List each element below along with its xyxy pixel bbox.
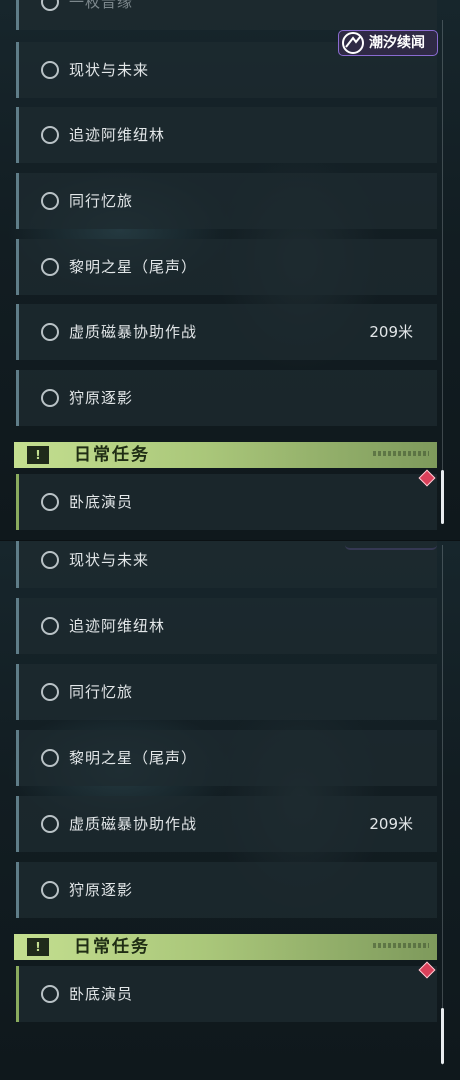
quest-label: 虚质磁暴协助作战 xyxy=(69,323,198,341)
quest-panel-bottom: 现状与未来 追迹阿维纽林 同行忆旅 黎明之星（尾声） 虚质磁暴协助作战 209米… xyxy=(0,541,460,1080)
scrollbar-thumb[interactable] xyxy=(441,1008,444,1064)
quest-label: 狩原逐影 xyxy=(69,881,134,899)
quest-item[interactable]: 同行忆旅 xyxy=(16,664,437,720)
header-decoration xyxy=(373,451,429,456)
quest-status-ring-icon xyxy=(41,258,59,276)
quest-panel-top: 一枚音缘 现状与未来 追迹阿维纽林 同行忆旅 黎明之星（尾声） 虚质磁暴协助作战… xyxy=(0,0,460,540)
quest-item-partial[interactable]: 一枚音缘 xyxy=(16,0,437,30)
scrollbar-thumb[interactable] xyxy=(441,470,444,524)
quest-label: 狩原逐影 xyxy=(69,389,134,407)
quest-item[interactable]: 同行忆旅 xyxy=(16,173,437,229)
quest-item-daily[interactable]: 卧底演员 xyxy=(16,474,437,530)
quest-status-ring-icon xyxy=(41,192,59,210)
quest-item[interactable]: 追迹阿维纽林 xyxy=(16,598,437,654)
quest-label: 黎明之星（尾声） xyxy=(69,749,198,767)
daily-section-header[interactable]: ! 日常任务 xyxy=(14,442,437,468)
quest-label: 现状与未来 xyxy=(69,551,150,569)
brand-label: 潮汐续闻 xyxy=(369,35,425,51)
quest-label: 虚质磁暴协助作战 xyxy=(69,815,198,833)
daily-section-header[interactable]: ! 日常任务 xyxy=(14,934,437,960)
quest-status-ring-icon xyxy=(41,881,59,899)
quest-label: 追迹阿维纽林 xyxy=(69,126,166,144)
quest-distance: 209米 xyxy=(369,815,413,833)
quest-status-ring-icon xyxy=(41,749,59,767)
quest-status-ring-icon xyxy=(41,683,59,701)
quest-item[interactable]: 虚质磁暴协助作战 209米 xyxy=(16,796,437,852)
quest-label: 卧底演员 xyxy=(69,493,134,511)
quest-item-daily[interactable]: 卧底演员 xyxy=(16,966,437,1022)
quest-status-ring-icon xyxy=(41,61,59,79)
exclamation-icon: ! xyxy=(27,446,49,464)
quest-status-ring-icon xyxy=(41,815,59,833)
quest-item[interactable]: 黎明之星（尾声） xyxy=(16,730,437,786)
brand-badge: 潮汐续闻 xyxy=(338,30,438,56)
section-title: 日常任务 xyxy=(74,445,150,465)
scrollbar-track xyxy=(442,20,443,520)
quest-label: 卧底演员 xyxy=(69,985,134,1003)
quest-item[interactable]: 现状与未来 xyxy=(16,541,437,588)
quest-label: 追迹阿维纽林 xyxy=(69,617,166,635)
quest-label: 黎明之星（尾声） xyxy=(69,258,198,276)
quest-status-ring-icon xyxy=(41,493,59,511)
quest-label: 同行忆旅 xyxy=(69,192,134,210)
quest-item[interactable]: 虚质磁暴协助作战 209米 xyxy=(16,304,437,360)
quest-item[interactable]: 黎明之星（尾声） xyxy=(16,239,437,295)
quest-status-ring-icon xyxy=(41,0,59,11)
scrollbar-track xyxy=(442,545,443,1065)
quest-status-ring-icon xyxy=(41,323,59,341)
quest-item[interactable]: 狩原逐影 xyxy=(16,370,437,426)
quest-label: 同行忆旅 xyxy=(69,683,134,701)
section-title: 日常任务 xyxy=(74,937,150,957)
quest-item[interactable]: 追迹阿维纽林 xyxy=(16,107,437,163)
quest-item[interactable]: 狩原逐影 xyxy=(16,862,437,918)
quest-label: 现状与未来 xyxy=(69,61,150,79)
quest-status-ring-icon xyxy=(41,389,59,407)
quest-distance: 209米 xyxy=(369,323,413,341)
quest-status-ring-icon xyxy=(41,985,59,1003)
header-decoration xyxy=(373,943,429,948)
exclamation-icon: ! xyxy=(27,938,49,956)
tide-logo-icon xyxy=(342,32,364,54)
quest-label: 一枚音缘 xyxy=(69,0,134,11)
quest-status-ring-icon xyxy=(41,551,59,569)
quest-status-ring-icon xyxy=(41,126,59,144)
quest-status-ring-icon xyxy=(41,617,59,635)
